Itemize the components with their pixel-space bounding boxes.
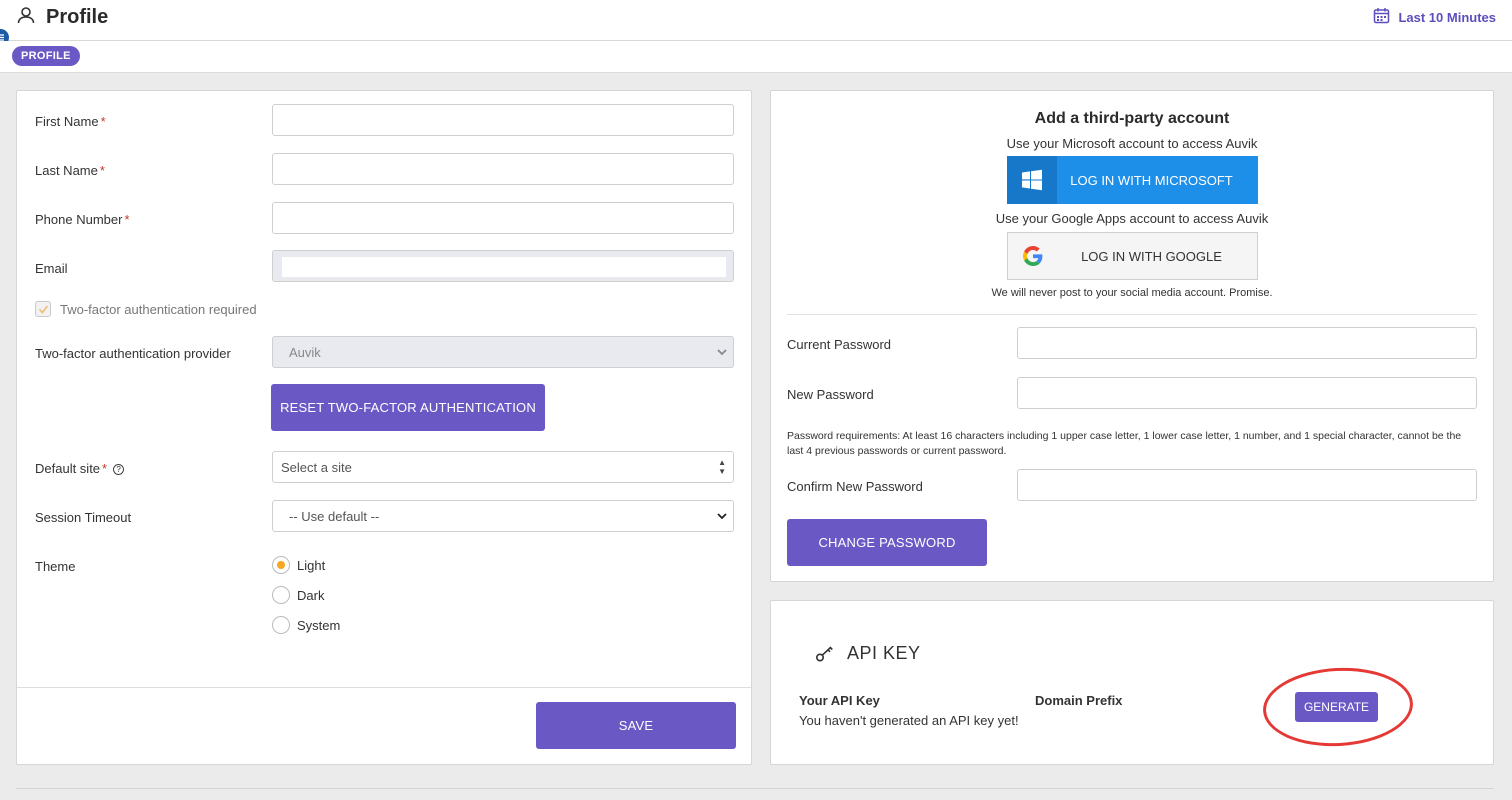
email-value-area bbox=[282, 257, 726, 277]
chevron-down-icon bbox=[715, 509, 729, 528]
windows-logo-icon bbox=[1007, 156, 1057, 204]
microsoft-caption: Use your Microsoft account to access Auv… bbox=[1006, 136, 1258, 151]
password-requirements: Password requirements: At least 16 chara… bbox=[787, 430, 1462, 457]
change-password-button[interactable]: CHANGE PASSWORD bbox=[787, 519, 987, 566]
domain-prefix-label: Domain Prefix bbox=[1035, 693, 1123, 708]
user-icon bbox=[16, 5, 36, 30]
check-icon bbox=[38, 304, 48, 314]
theme-option-system-label: System bbox=[297, 618, 341, 633]
confirm-password-label: Confirm New Password bbox=[787, 479, 923, 494]
google-caption: Use your Google Apps account to access A… bbox=[995, 211, 1269, 226]
login-google-label: LOG IN WITH GOOGLE bbox=[1081, 248, 1222, 264]
calendar-icon bbox=[1373, 7, 1390, 27]
default-site-placeholder: Select a site bbox=[281, 460, 352, 475]
phone-number-label: Phone Number * bbox=[35, 212, 130, 227]
api-key-status: You haven't generated an API key yet! bbox=[799, 713, 1019, 728]
page-title: Profile bbox=[46, 6, 109, 28]
two-factor-provider-label: Two-factor authentication provider bbox=[35, 346, 231, 361]
last-name-input[interactable] bbox=[272, 153, 734, 185]
footer-divider bbox=[16, 788, 1494, 789]
theme-radio-light[interactable] bbox=[272, 556, 290, 574]
email-field bbox=[272, 250, 734, 282]
profile-form-card: First Name * Last Name * Phone Number * Ema… bbox=[16, 90, 752, 765]
save-button[interactable]: SAVE bbox=[536, 702, 736, 749]
social-media-note: We will never post to your social media … bbox=[991, 287, 1273, 299]
key-icon bbox=[815, 645, 835, 668]
theme-label: Theme bbox=[35, 559, 76, 574]
form-divider bbox=[17, 687, 751, 688]
help-icon[interactable]: ? bbox=[113, 464, 125, 475]
phone-number-input[interactable] bbox=[272, 202, 734, 234]
theme-radio-dark[interactable] bbox=[272, 586, 290, 604]
theme-radio-system[interactable] bbox=[272, 616, 290, 634]
current-password-input[interactable] bbox=[1017, 327, 1477, 359]
session-timeout-value: -- Use default -- bbox=[289, 509, 380, 524]
up-down-arrows-icon: ▲ ▼ bbox=[718, 458, 726, 476]
confirm-password-input[interactable] bbox=[1017, 469, 1477, 501]
theme-option-dark-label: Dark bbox=[297, 588, 325, 603]
default-site-label: Default site *? bbox=[35, 461, 125, 476]
login-google-button[interactable]: LOG IN WITH GOOGLE bbox=[1007, 232, 1258, 280]
two-factor-required-checkbox[interactable] bbox=[35, 301, 51, 317]
first-name-label: First Name * bbox=[35, 114, 106, 129]
theme-option-light-label: Light bbox=[297, 558, 326, 573]
account-security-card: Add a third-party account Use your Micro… bbox=[770, 90, 1494, 582]
session-timeout-select[interactable]: -- Use default -- bbox=[272, 500, 734, 532]
login-microsoft-label: LOG IN WITH MICROSOFT bbox=[1070, 172, 1233, 188]
page-title-group: Profile bbox=[16, 5, 108, 30]
new-password-label: New Password bbox=[787, 387, 874, 402]
two-factor-required-label: Two-factor authentication required bbox=[60, 302, 257, 317]
new-password-input[interactable] bbox=[1017, 377, 1477, 409]
reset-two-factor-button[interactable]: RESET TWO-FACTOR AUTHENTICATION bbox=[271, 384, 545, 431]
current-password-label: Current Password bbox=[787, 337, 892, 352]
google-logo-icon bbox=[1008, 233, 1058, 279]
two-factor-provider-select[interactable]: Auvik bbox=[272, 336, 734, 368]
third-party-title: Add a third-party account bbox=[1034, 110, 1230, 127]
api-key-title: API KEY bbox=[847, 643, 921, 663]
time-range-label: Last 10 Minutes bbox=[1398, 9, 1496, 25]
breadcrumb-profile-pill[interactable]: PROFILE bbox=[12, 46, 80, 66]
page-header: Profile Last 10 Minutes bbox=[0, 0, 1512, 41]
time-range-selector[interactable]: Last 10 Minutes bbox=[1373, 7, 1496, 27]
chevron-down-icon bbox=[715, 345, 729, 364]
default-site-select[interactable]: Select a site ▲ ▼ bbox=[272, 451, 734, 483]
email-label: Email bbox=[35, 261, 68, 276]
last-name-label: Last Name * bbox=[35, 163, 105, 178]
login-microsoft-button[interactable]: LOG IN WITH MICROSOFT bbox=[1007, 156, 1258, 204]
breadcrumb-bar: PROFILE bbox=[0, 41, 1512, 73]
two-factor-provider-value: Auvik bbox=[289, 345, 321, 360]
session-timeout-label: Session Timeout bbox=[35, 510, 132, 525]
your-api-key-label: Your API Key bbox=[799, 693, 880, 708]
first-name-input[interactable] bbox=[272, 104, 734, 136]
section-divider bbox=[787, 314, 1477, 315]
